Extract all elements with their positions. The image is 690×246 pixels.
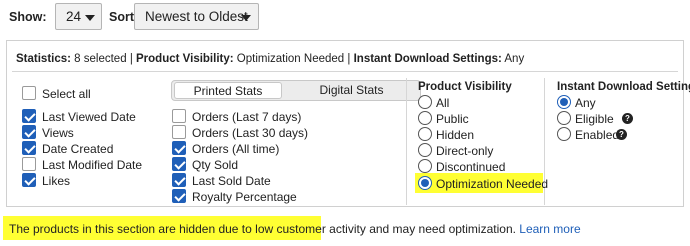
visibility-discontinued-label: Discontinued <box>436 160 506 174</box>
visibility-hidden-label: Hidden <box>436 128 475 142</box>
qty-sold-label: Qty Sold <box>192 158 239 172</box>
chevron-down-icon <box>241 15 251 21</box>
last-modified-date-label: Last Modified Date <box>42 158 143 172</box>
divider <box>12 71 678 72</box>
download-any-label: Any <box>575 96 596 110</box>
learn-more-link[interactable]: Learn more <box>519 222 580 236</box>
tab-printed-stats[interactable]: Printed Stats <box>174 82 282 99</box>
visibility-discontinued-radio[interactable] <box>418 159 432 173</box>
chevron-down-icon <box>85 15 95 21</box>
last-sold-date-label: Last Sold Date <box>192 174 271 188</box>
sort-select[interactable]: Newest to Oldest <box>134 3 259 30</box>
last-viewed-date-label: Last Viewed Date <box>42 110 136 124</box>
show-count-value: 24 <box>66 9 82 24</box>
date-created-label: Date Created <box>42 142 114 156</box>
download-eligible-radio[interactable] <box>557 111 571 125</box>
toolbar: Show: 24 Sort: Newest to Oldest <box>0 0 690 34</box>
download-eligible-label: Eligible <box>575 112 614 126</box>
date-created-checkbox[interactable] <box>22 141 36 155</box>
help-icon[interactable]: ? <box>616 129 627 140</box>
sort-value: Newest to Oldest <box>145 9 248 24</box>
help-icon[interactable]: ? <box>622 113 633 124</box>
orders-last-7-days-label: Orders (Last 7 days) <box>192 110 302 124</box>
orders-all-time-checkbox[interactable] <box>172 141 186 155</box>
visibility-label: Product Visibility: <box>136 53 234 65</box>
last-viewed-date-checkbox[interactable] <box>22 109 36 123</box>
instant-download-title: Instant Download Settings <box>557 81 690 93</box>
orders-last-7-days-checkbox[interactable] <box>172 109 186 123</box>
download-value: Any <box>504 53 525 65</box>
statistics-label: Statistics: <box>16 53 71 65</box>
visibility-optimization-needed-label: Optimization Needed <box>436 177 549 191</box>
show-count-select[interactable]: 24 <box>55 3 102 30</box>
likes-label: Likes <box>42 174 71 188</box>
views-label: Views <box>42 126 74 140</box>
stats-tab-group: Printed Stats Digital Stats <box>171 80 421 101</box>
separator: | <box>347 53 351 65</box>
statistics-value: 8 selected <box>74 53 127 65</box>
optimization-note: The products in this section are hidden … <box>9 222 581 236</box>
views-checkbox[interactable] <box>22 125 36 139</box>
note-highlighted-text: The products in this section are hidden … <box>9 222 366 236</box>
visibility-hidden-radio[interactable] <box>418 127 432 141</box>
royalty-percentage-checkbox[interactable] <box>172 189 186 203</box>
visibility-direct-only-label: Direct-only <box>436 144 494 158</box>
last-modified-date-checkbox[interactable] <box>22 157 36 171</box>
show-label: Show: <box>9 10 47 24</box>
orders-last-30-days-label: Orders (Last 30 days) <box>192 126 309 140</box>
stats-summary: Statistics: 8 selected | Product Visibil… <box>16 53 524 65</box>
download-enabled-label: Enabled <box>575 128 620 142</box>
qty-sold-checkbox[interactable] <box>172 157 186 171</box>
note-text: and may need optimization. <box>365 222 520 236</box>
separator: | <box>129 53 133 65</box>
visibility-optimization-needed-radio[interactable] <box>418 176 432 190</box>
visibility-all-label: All <box>436 96 450 110</box>
download-any-radio[interactable] <box>557 95 571 109</box>
visibility-value: Optimization Needed <box>236 53 345 65</box>
visibility-public-label: Public <box>436 112 469 126</box>
download-label: Instant Download Settings: <box>353 53 502 65</box>
likes-checkbox[interactable] <box>22 173 36 187</box>
last-sold-date-checkbox[interactable] <box>172 173 186 187</box>
download-enabled-radio[interactable] <box>557 127 571 141</box>
visibility-direct-only-radio[interactable] <box>418 143 432 157</box>
product-visibility-title: Product Visibility <box>418 81 512 93</box>
royalty-percentage-label: Royalty Percentage <box>192 190 297 204</box>
orders-all-time-label: Orders (All time) <box>192 142 280 156</box>
column-separator <box>406 78 407 205</box>
tab-digital-stats[interactable]: Digital Stats <box>284 82 419 99</box>
select-all-checkbox[interactable] <box>22 86 36 100</box>
select-all-label: Select all <box>42 87 91 101</box>
visibility-public-radio[interactable] <box>418 111 432 125</box>
visibility-all-radio[interactable] <box>418 95 432 109</box>
orders-last-30-days-checkbox[interactable] <box>172 125 186 139</box>
